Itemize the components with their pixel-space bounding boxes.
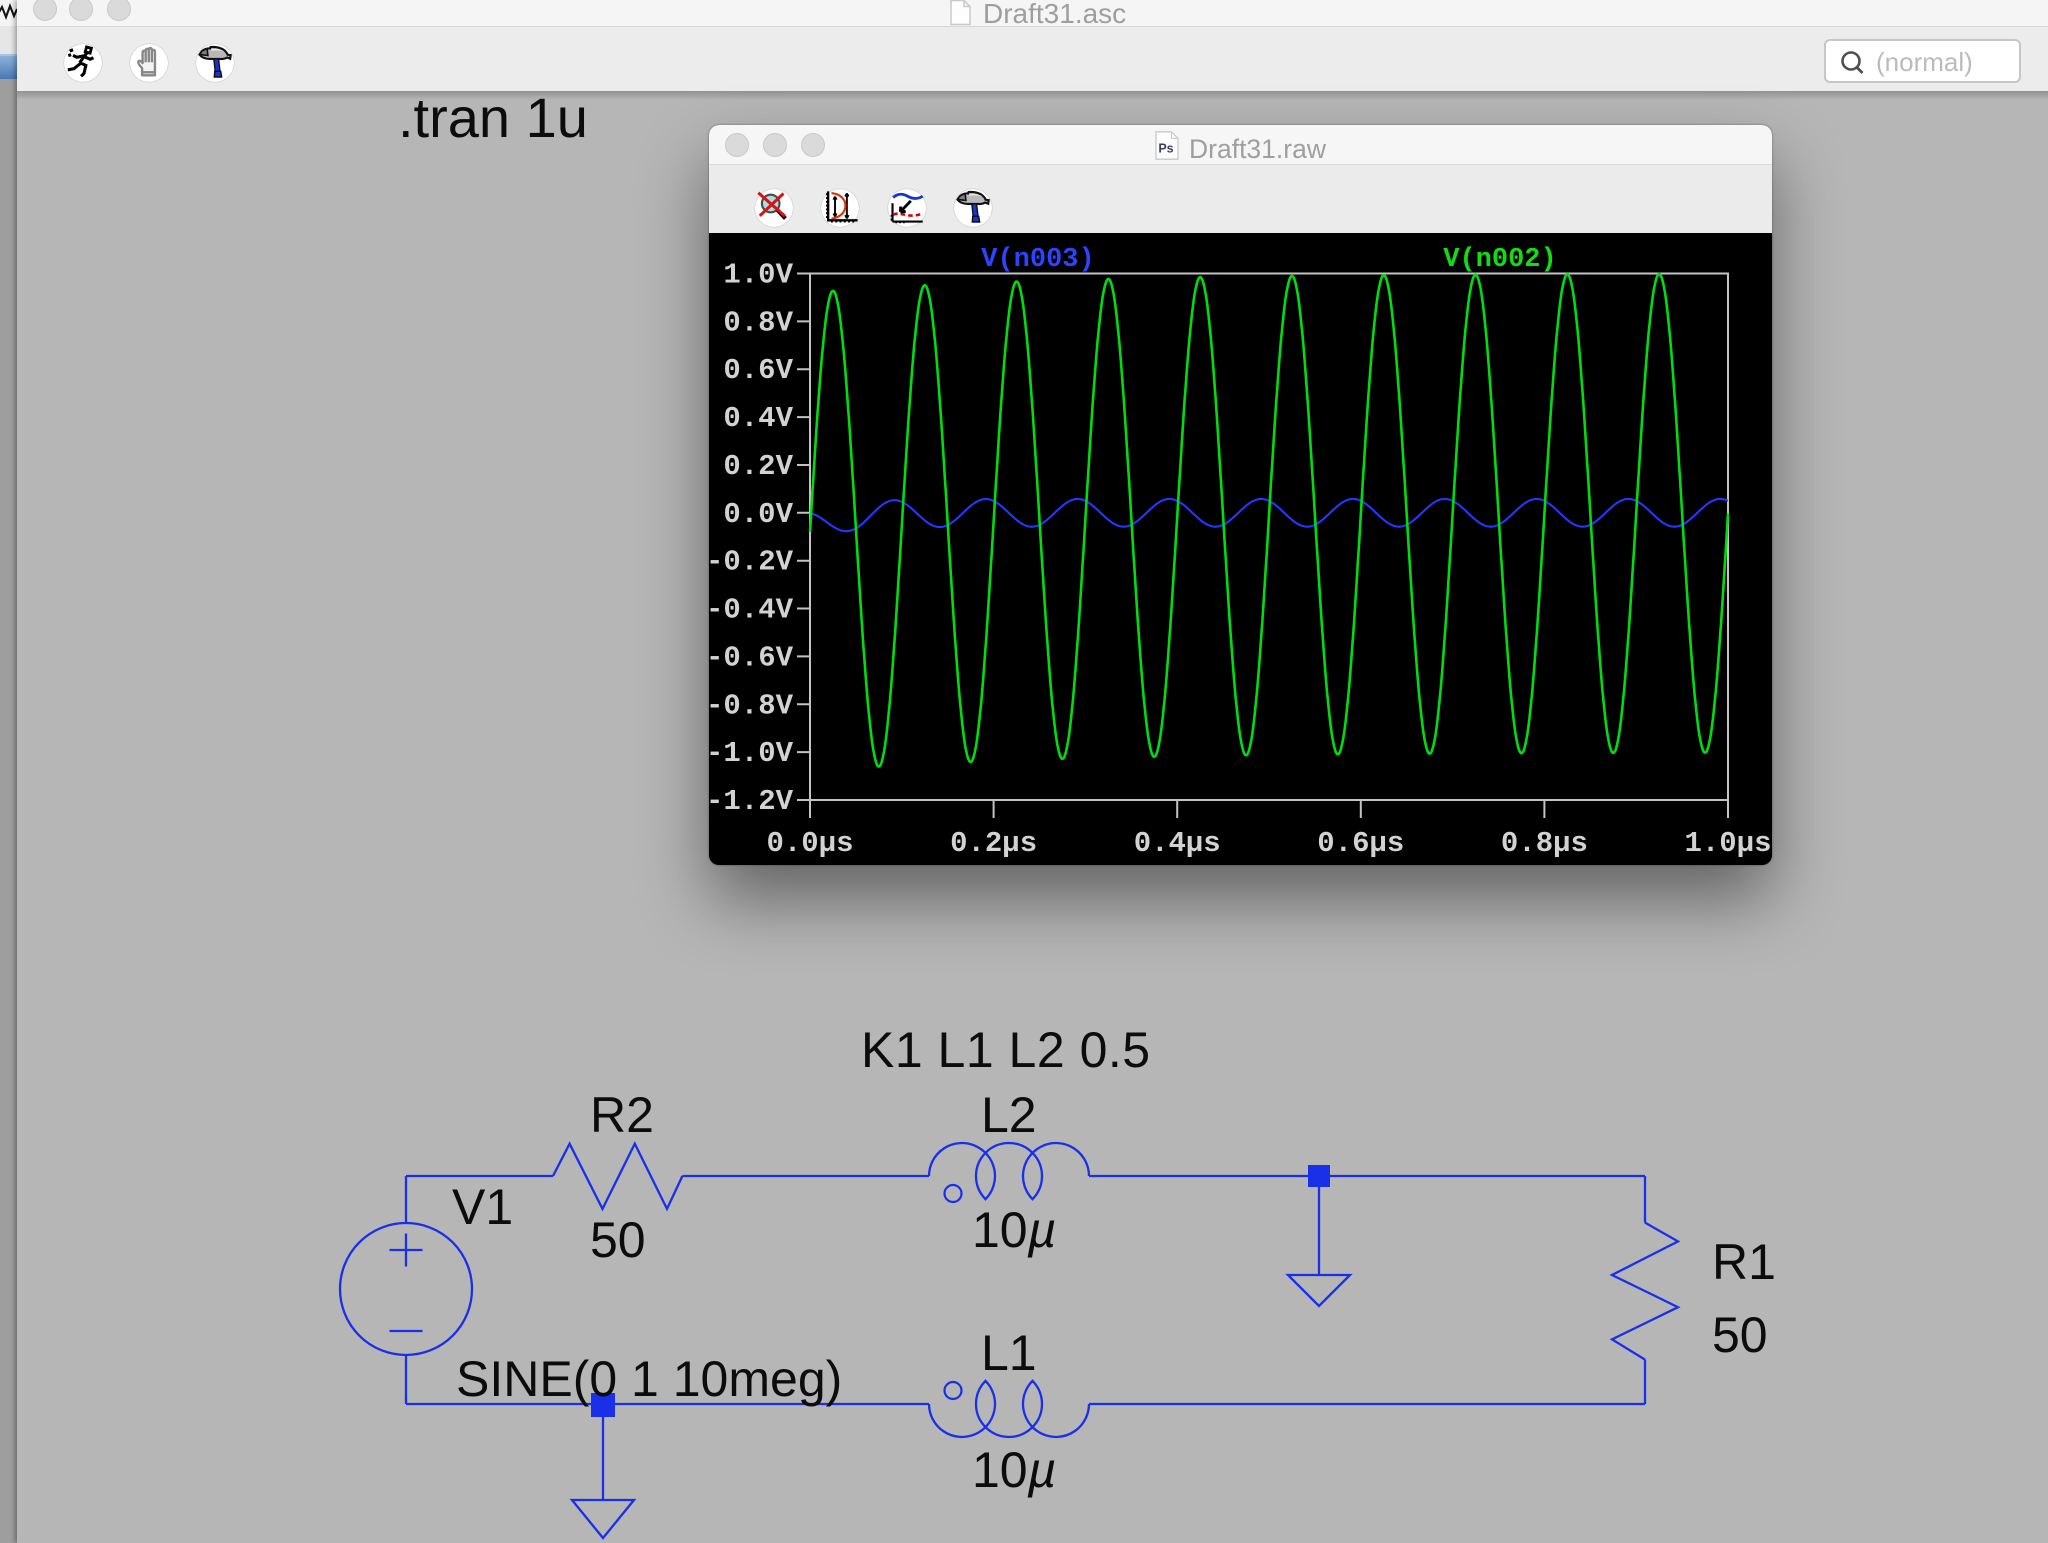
svg-text:L2: L2	[981, 1087, 1037, 1143]
svg-text:10µ: 10µ	[972, 1442, 1056, 1498]
svg-text:R1: R1	[1712, 1234, 1776, 1290]
svg-text:L1: L1	[981, 1325, 1037, 1381]
svg-text:R2: R2	[590, 1087, 654, 1143]
svg-text:50: 50	[1712, 1307, 1768, 1363]
svg-text:V1: V1	[452, 1179, 513, 1235]
svg-text:Ps: Ps	[1158, 142, 1173, 156]
svg-text:10µ: 10µ	[972, 1202, 1056, 1258]
svg-text:SINE(0 1 10meg): SINE(0 1 10meg)	[456, 1351, 842, 1407]
svg-text:K1 L1 L2 0.5: K1 L1 L2 0.5	[861, 1022, 1151, 1078]
svg-text:50: 50	[590, 1212, 646, 1268]
